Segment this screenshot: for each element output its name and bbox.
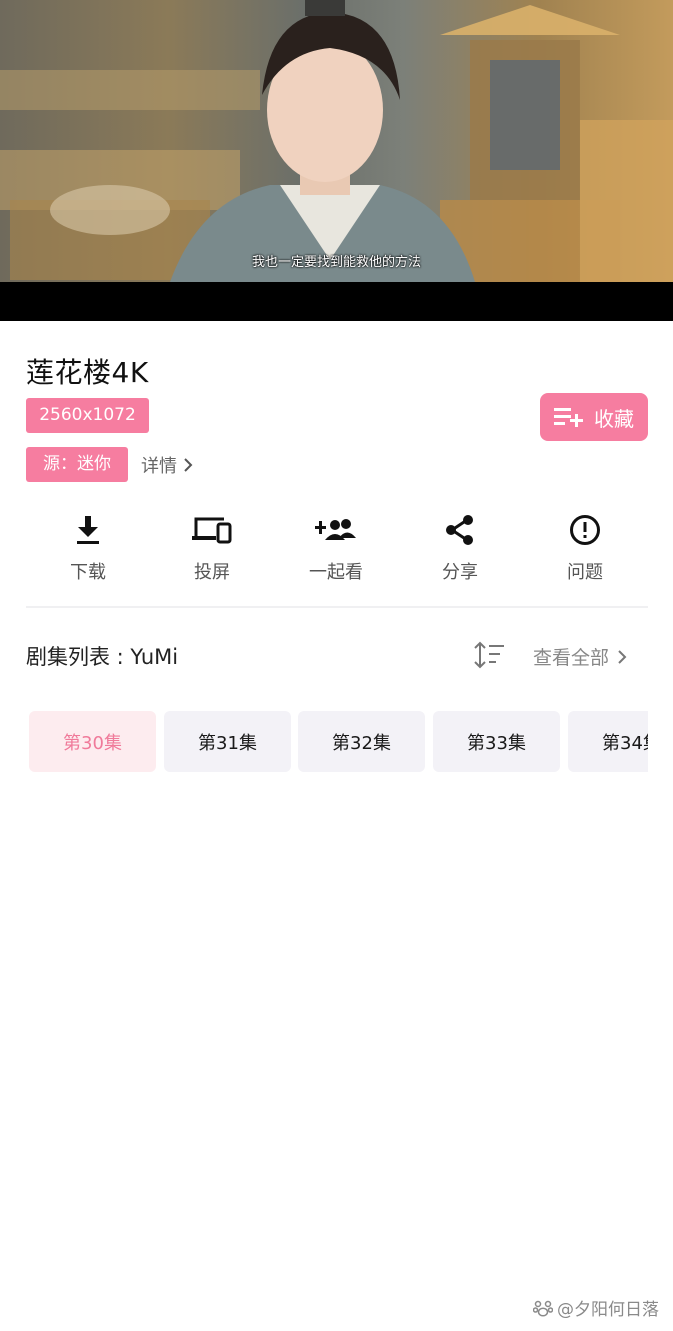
episode-chip[interactable]: 第33集 (433, 711, 560, 772)
share-label: 分享 (442, 562, 478, 583)
cast-button[interactable]: 投屏 (167, 512, 257, 584)
favorite-button[interactable]: 收藏 (540, 393, 648, 441)
watch-together-label: 一起看 (309, 562, 363, 583)
chevron-right-icon (618, 649, 627, 664)
share-icon (446, 515, 473, 545)
episode-list-title: 剧集列表 : YuMi (26, 645, 179, 669)
video-player[interactable]: 我也一定要找到能救他的方法 (0, 0, 673, 321)
see-all-link[interactable]: 查看全部 (533, 643, 627, 670)
episode-chip[interactable]: 第34集 (568, 711, 648, 772)
download-label: 下载 (70, 562, 106, 583)
resolution-badge: 2560x1072 (26, 398, 149, 433)
details-label: 详情 (141, 456, 177, 477)
paw-logo-icon (533, 1300, 553, 1317)
download-icon (77, 516, 99, 544)
watch-together-button[interactable]: 一起看 (291, 512, 381, 584)
favorite-label: 收藏 (594, 406, 634, 431)
watermark-text: @夕阳何日落 (557, 1300, 659, 1320)
chevron-right-icon (184, 458, 193, 472)
episode-chip[interactable]: 第30集 (29, 711, 156, 772)
episode-chip[interactable]: 第32集 (298, 711, 425, 772)
report-issue-label: 问题 (567, 562, 603, 583)
sort-button[interactable] (473, 641, 505, 673)
download-button[interactable]: 下载 (43, 512, 133, 584)
see-all-label: 查看全部 (533, 647, 610, 669)
watermark: @夕阳何日落 (533, 1295, 659, 1320)
playlist-add-icon (554, 408, 583, 427)
details-link[interactable]: 详情 (141, 452, 193, 478)
group-add-icon (315, 519, 356, 540)
cast-screen-icon (192, 517, 232, 544)
video-subtitle: 我也一定要找到能救他的方法 (251, 255, 421, 270)
video-frame[interactable]: 我也一定要找到能救他的方法 (0, 0, 673, 282)
episode-chip[interactable]: 第31集 (164, 711, 291, 772)
show-title: 莲花楼4K (26, 356, 149, 389)
source-selector[interactable]: 源：迷你 (26, 447, 128, 482)
section-divider (26, 606, 648, 608)
episode-list[interactable]: 第30集 第31集 第32集 第33集 第34集 (29, 711, 648, 773)
video-scene-image (0, 0, 673, 282)
share-button[interactable]: 分享 (415, 512, 505, 584)
sort-icon (474, 641, 504, 669)
cast-label: 投屏 (194, 562, 230, 583)
report-issue-button[interactable]: 问题 (540, 512, 630, 584)
error-alert-icon (570, 515, 600, 545)
